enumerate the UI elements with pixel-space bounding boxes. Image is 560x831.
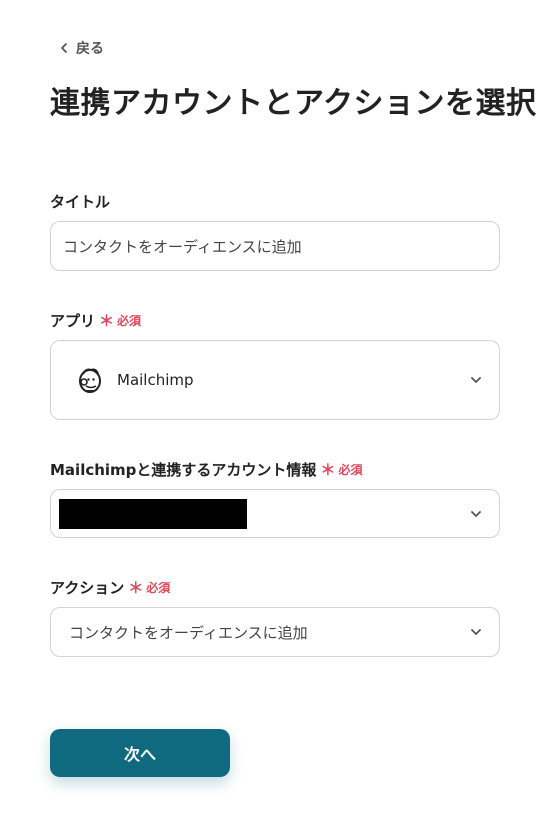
required-mark: ＊: [99, 312, 115, 330]
app-field-label: アプリ ＊ 必須: [50, 310, 141, 331]
selected-app-name: Mailchimp: [117, 371, 194, 389]
required-text: 必須: [338, 463, 363, 477]
app-label-text: アプリ: [50, 312, 96, 330]
action-field-label: アクション ＊ 必須: [50, 577, 170, 598]
chevron-down-icon: [471, 377, 481, 383]
app-select[interactable]: Mailchimp: [50, 340, 500, 420]
account-select[interactable]: [50, 489, 500, 538]
chevron-down-icon: [471, 629, 481, 635]
chevron-left-icon: [61, 43, 67, 53]
required-text: 必須: [146, 581, 171, 595]
action-select[interactable]: コンタクトをオーディエンスに追加: [50, 607, 500, 657]
title-input-value: コンタクトをオーディエンスに追加: [63, 237, 302, 256]
title-input[interactable]: コンタクトをオーディエンスに追加: [50, 221, 500, 271]
redacted-account-value: [59, 498, 247, 529]
required-badge: ＊ 必須: [320, 459, 362, 480]
account-field-label: Mailchimpと連携するアカウント情報 ＊ 必須: [50, 459, 362, 480]
next-button[interactable]: 次へ: [50, 729, 230, 777]
required-badge: ＊ 必須: [128, 577, 170, 598]
selected-action: コンタクトをオーディエンスに追加: [69, 623, 308, 642]
required-mark: ＊: [320, 461, 336, 479]
chevron-down-icon: [471, 510, 481, 517]
title-label-text: タイトル: [50, 193, 111, 211]
required-text: 必須: [117, 314, 142, 328]
account-label-text: Mailchimpと連携するアカウント情報: [50, 461, 317, 479]
back-label: 戻る: [76, 41, 104, 57]
back-link[interactable]: 戻る: [58, 38, 104, 58]
required-mark: ＊: [128, 579, 144, 597]
action-label-text: アクション: [50, 579, 125, 597]
title-field-label: タイトル: [50, 191, 110, 212]
required-badge: ＊ 必須: [99, 310, 141, 331]
mailchimp-logo-icon: [79, 368, 101, 393]
page-title: 連携アカウントとアクションを選択: [50, 86, 537, 121]
